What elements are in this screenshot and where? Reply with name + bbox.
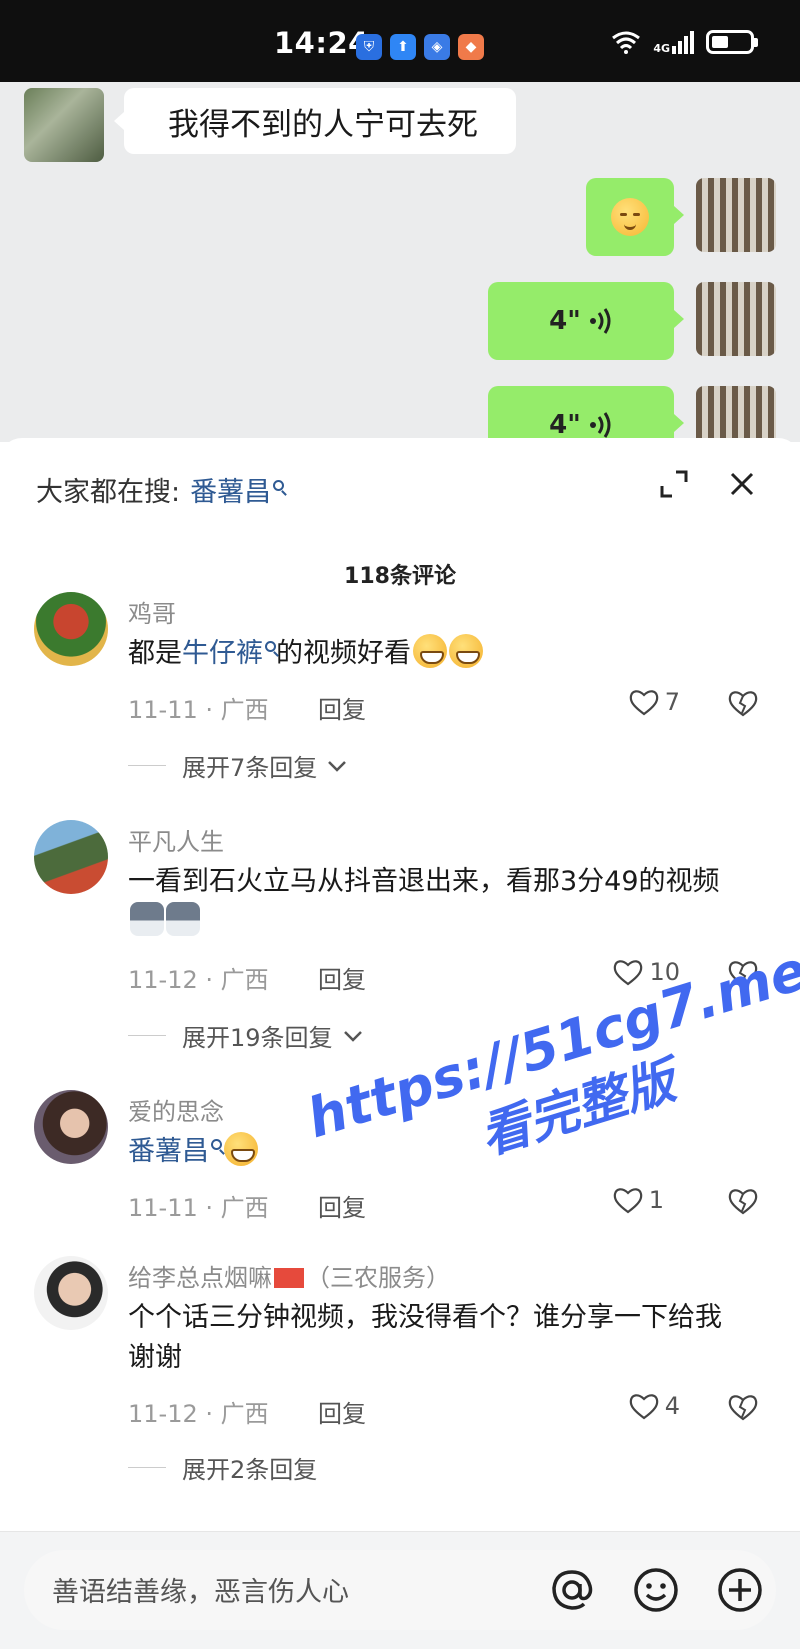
trending-search-keyword[interactable]: 番薯昌: [190, 477, 271, 508]
heart-icon: [613, 1188, 642, 1214]
my-avatar[interactable]: [696, 282, 776, 356]
upload-app-icon: ⬆: [390, 34, 416, 60]
reply-button[interactable]: 回复: [318, 1394, 366, 1429]
grin-emoji: [413, 634, 447, 668]
signal-icon: 4G: [653, 30, 694, 55]
reply-button[interactable]: 回复: [318, 960, 366, 995]
husky-emoji: [130, 902, 164, 936]
chevron-down-icon: [343, 1030, 362, 1042]
commenter-avatar[interactable]: [34, 1256, 108, 1330]
broken-heart-icon[interactable]: [728, 1186, 758, 1216]
commenter-name[interactable]: 鸡哥: [128, 594, 176, 629]
trending-search-label: 大家都在搜:: [36, 477, 181, 508]
like-count: 4: [664, 1392, 680, 1420]
comment-date-location: 11-12 · 广西: [128, 1400, 269, 1428]
comment-input-bar: 善语结善缘，恶言伤人心: [0, 1531, 800, 1649]
wifi-icon: [612, 31, 641, 54]
voice-wave-icon: [589, 308, 611, 334]
heart-icon: [629, 1394, 658, 1420]
emoji-icon[interactable]: [632, 1566, 680, 1614]
keyword-link[interactable]: 番薯昌: [128, 1136, 209, 1167]
commenter-name[interactable]: 给李总点烟嘛 （三农服务）: [128, 1258, 450, 1293]
add-icon[interactable]: [716, 1566, 764, 1614]
battery-icon: [706, 30, 758, 54]
comment-date-location: 11-11 · 广西: [128, 696, 269, 724]
like-button[interactable]: 4: [629, 1392, 680, 1420]
incoming-message[interactable]: 我得不到的人宁可去死: [114, 88, 516, 154]
my-avatar[interactable]: [696, 386, 776, 442]
comment-count: 118条评论: [344, 564, 456, 589]
broken-heart-icon[interactable]: [728, 1392, 758, 1422]
search-icon: [265, 641, 276, 652]
search-icon: [211, 1139, 222, 1150]
commenter-name[interactable]: 平凡人生: [128, 822, 224, 857]
status-time: 14:24: [274, 26, 369, 60]
comment-text: 一看到石火立马从抖音退出来，看那3分49的视频: [128, 862, 748, 942]
search-icon: [273, 480, 285, 491]
trending-search[interactable]: 大家都在搜: 番薯昌: [36, 470, 285, 509]
fullscreen-icon[interactable]: [660, 470, 688, 498]
expand-replies[interactable]: 展开19条回复: [128, 1018, 363, 1053]
broken-heart-icon[interactable]: [728, 688, 758, 718]
comment-date-location: 11-12 · 广西: [128, 966, 269, 994]
comment-input-placeholder: 善语结善缘，恶言伤人心: [52, 1577, 349, 1608]
commenter-avatar[interactable]: [34, 1090, 108, 1164]
notification-icons: ⛨ ⬆ ◈ ◆: [356, 34, 484, 60]
outgoing-emoji-message[interactable]: [586, 178, 684, 256]
mention-icon[interactable]: [548, 1566, 596, 1614]
pensive-face-emoji: [611, 198, 649, 236]
chat-area: 我得不到的人宁可去死 4" 4": [0, 82, 800, 442]
comment-text: 都是牛仔裤 的视频好看: [128, 634, 748, 674]
expand-replies[interactable]: 展开7条回复: [128, 748, 347, 783]
china-flag-icon: [274, 1268, 304, 1288]
keyword-link[interactable]: 牛仔裤: [182, 638, 263, 669]
commenter-name[interactable]: 爱的思念: [128, 1092, 224, 1127]
network-type: 4G: [653, 41, 670, 55]
expand-replies[interactable]: 展开2条回复: [128, 1450, 317, 1485]
heart-icon: [614, 960, 643, 986]
fox-app-icon: ◆: [458, 34, 484, 60]
like-count: 7: [664, 688, 680, 716]
shield-app-icon: ⛨: [356, 34, 382, 60]
close-icon[interactable]: [728, 470, 756, 498]
like-button[interactable]: 7: [629, 688, 680, 716]
commenter-avatar[interactable]: [34, 820, 108, 894]
status-bar: 14:24 ⛨ ⬆ ◈ ◆ 4G: [0, 0, 800, 82]
contact-avatar[interactable]: [24, 88, 104, 162]
commenter-avatar[interactable]: [34, 592, 108, 666]
heart-icon: [629, 690, 658, 716]
status-right: 4G: [611, 30, 758, 55]
like-button[interactable]: 1: [613, 1186, 664, 1214]
like-count: 1: [648, 1186, 664, 1214]
grin-emoji: [449, 634, 483, 668]
voice-duration: 4": [549, 410, 581, 440]
chevron-down-icon: [328, 760, 347, 772]
laughing-emoji: [224, 1132, 258, 1166]
voice-duration: 4": [549, 306, 581, 336]
voice-wave-icon: [589, 412, 611, 438]
reply-button[interactable]: 回复: [318, 690, 366, 725]
my-avatar[interactable]: [696, 178, 776, 252]
comment-date-location: 11-11 · 广西: [128, 1194, 269, 1222]
comment-text: 个个话三分钟视频，我没得看个？谁分享一下给我谢谢: [128, 1302, 722, 1373]
voice-message[interactable]: 4": [488, 386, 684, 442]
husky-emoji: [166, 902, 200, 936]
cube-app-icon: ◈: [424, 34, 450, 60]
voice-message[interactable]: 4": [488, 282, 684, 360]
